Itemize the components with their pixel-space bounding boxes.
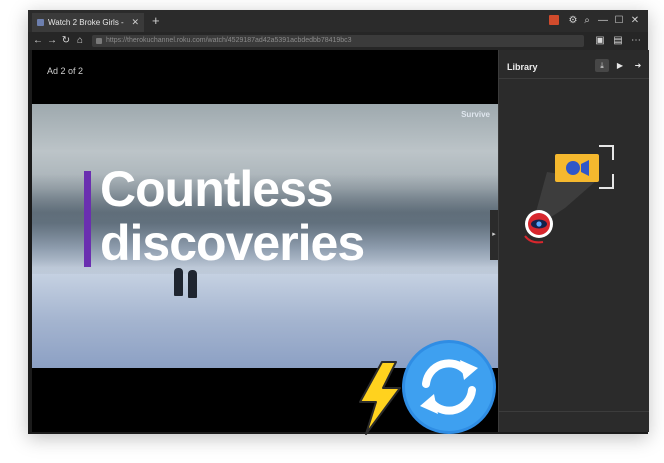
settings-icon[interactable]: ⚙ <box>566 13 580 29</box>
lightning-icon <box>359 361 401 435</box>
sign-out-icon[interactable]: ➜ <box>631 59 645 72</box>
maximize-icon[interactable]: ☐ <box>612 13 626 29</box>
navigation-bar: ← → ↻ ⌂ https://therokuchannel.roku.com/… <box>28 32 648 50</box>
frame-corner-icon <box>599 145 614 160</box>
arrow-left-icon[interactable]: ← <box>32 34 44 48</box>
new-tab-button[interactable]: + <box>152 12 160 30</box>
reload-icon[interactable]: ↻ <box>60 34 72 48</box>
download-icon[interactable]: ⤓ <box>595 59 609 72</box>
climber-figure <box>174 268 183 296</box>
address-bar[interactable]: https://therokuchannel.roku.com/watch/45… <box>92 35 584 47</box>
library-title: Library <box>507 62 538 72</box>
ad-counter: Ad 2 of 2 <box>47 66 84 76</box>
camera-lens-icon <box>566 161 580 175</box>
address-text: https://therokuchannel.roku.com/watch/45… <box>106 37 352 44</box>
tab-title: Watch 2 Broke Girls - <box>48 18 124 27</box>
home-icon[interactable]: ⌂ <box>74 34 86 48</box>
window-close-icon[interactable]: ✕ <box>628 13 642 29</box>
climber-figure <box>188 270 197 298</box>
site-info-icon[interactable] <box>96 38 102 44</box>
more-icon[interactable]: ⋯ <box>630 34 642 48</box>
panel-divider <box>499 78 649 79</box>
sync-circle-inner <box>405 343 493 431</box>
tab-close-icon[interactable]: ✕ <box>131 13 139 32</box>
headline: Countless discoveries <box>100 161 365 271</box>
lock-icon[interactable]: ▣ <box>594 34 606 48</box>
eye-pupil-icon <box>536 221 542 227</box>
extension-icon[interactable]: ▤ <box>612 34 624 48</box>
favicon-icon <box>37 19 44 26</box>
tab-bar: Watch 2 Broke Girls - ✕ + ⚙ ⌕ — ☐ ✕ <box>28 10 648 32</box>
headline-line-1: Countless <box>100 161 334 217</box>
channel-watermark: Survive <box>461 110 490 119</box>
accent-bar <box>84 171 91 267</box>
arrow-right-icon[interactable]: → <box>46 34 58 48</box>
gift-icon[interactable] <box>549 15 559 25</box>
pin-icon[interactable]: ⌕ <box>580 13 594 29</box>
video-frame: Survive Countless discoveries <box>32 104 498 368</box>
sync-icon[interactable] <box>400 338 498 436</box>
library-panel: Library ⤓ ▶ ➜ <box>498 50 649 432</box>
headline-line-2: discoveries <box>100 215 365 271</box>
frame-corner-icon <box>599 174 614 189</box>
browser-window: Watch 2 Broke Girls - ✕ + ⚙ ⌕ — ☐ ✕ ← → … <box>28 10 649 434</box>
sidebar-toggle-button[interactable]: ▸ <box>490 210 498 260</box>
video-icon[interactable]: ▶ <box>613 59 627 72</box>
minimize-icon[interactable]: — <box>596 13 610 29</box>
screen-recorder-illustration <box>524 145 614 244</box>
tab-active[interactable]: Watch 2 Broke Girls - ✕ <box>32 13 144 32</box>
panel-footer-divider <box>499 411 649 412</box>
